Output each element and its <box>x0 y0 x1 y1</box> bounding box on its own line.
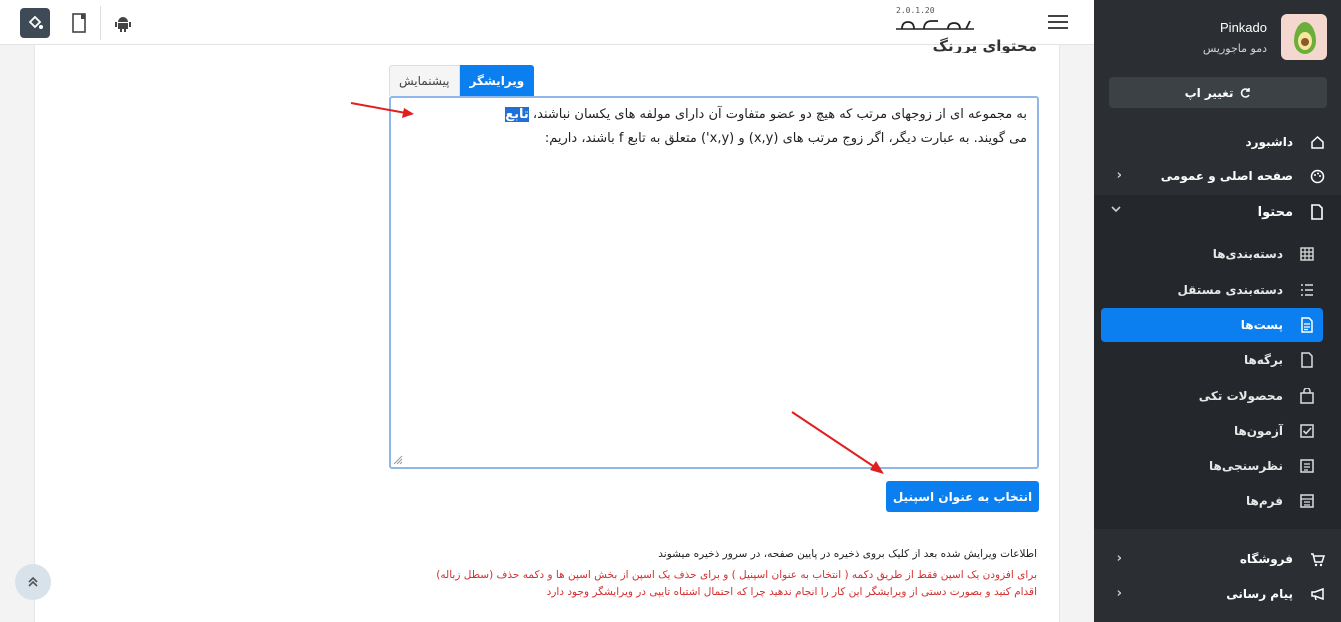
change-app-label: تغییر اپ <box>1184 85 1234 100</box>
double-chevron-up-icon <box>28 576 38 587</box>
bag-icon <box>1300 388 1314 404</box>
sidebar-item-label: برگه‌ها <box>1243 353 1283 367</box>
editor-tabs: پیشنمایش ویرایشگر <box>389 65 535 96</box>
sidebar-item-label: فرم‌ها <box>1246 494 1283 508</box>
app-brand: Pinkado دمو ماجوریس <box>1094 0 1341 72</box>
top-bar: 2.0.1.20 <box>0 0 1094 45</box>
form-icon <box>1300 494 1314 508</box>
checkbox-icon <box>1300 424 1314 438</box>
sidebar-item-label: صفحه اصلی و عمومی <box>1160 169 1293 183</box>
sidebar-item-label: پست‌ها <box>1240 318 1283 332</box>
sidebar-item-label: محتوا <box>1257 204 1293 220</box>
android-button[interactable] <box>108 8 138 38</box>
change-app-button[interactable]: تغییر اپ <box>1109 77 1327 108</box>
chevron-down-icon <box>1110 203 1122 219</box>
sidebar-item-categories[interactable]: دسته‌بندی‌ها <box>1101 237 1323 271</box>
sidebar-item-polls[interactable]: نظرسنجی‌ها <box>1101 449 1323 483</box>
sidebar-item-label: آزمون‌ها <box>1233 424 1283 438</box>
content-card: محتوای پررنگ پیشنمایش ویرایشگر به مجموعه… <box>34 37 1060 622</box>
sidebar-item-content[interactable]: محتوا <box>1094 195 1341 229</box>
chevron-left-icon: ‹ <box>1116 586 1122 601</box>
sidebar-item-label: دسته‌بندی مستقل <box>1177 283 1283 297</box>
sidebar-item-independent-categories[interactable]: دسته‌بندی مستقل <box>1101 273 1323 307</box>
sidebar-item-forms[interactable]: فرم‌ها <box>1101 484 1323 518</box>
section-title: محتوای پررنگ <box>932 37 1037 53</box>
sidebar-item-single-products[interactable]: محصولات تکی <box>1101 379 1323 413</box>
cart-icon <box>1309 551 1325 567</box>
content-editor[interactable]: به مجموعه ای از زوجهای مرتب که هیچ دو عض… <box>389 96 1039 469</box>
sidebar-item-label: محصولات تکی <box>1198 389 1283 403</box>
select-as-spinel-button[interactable]: انتخاب به عنوان اسپنیل <box>886 481 1039 512</box>
warning-note-2: اقدام کنید و بصورت دستی از ویرایشگر این … <box>546 586 1037 598</box>
sidebar-item-dashboard[interactable]: داشبورد <box>1094 125 1341 159</box>
list-icon <box>1301 284 1313 296</box>
app-subtitle: دمو ماجوریس <box>1202 42 1267 55</box>
menu-toggle-button[interactable] <box>1048 15 1068 29</box>
document-icon <box>1301 317 1313 333</box>
grid-icon <box>1300 247 1314 261</box>
sidebar-item-label: نظرسنجی‌ها <box>1209 459 1283 473</box>
app-name: Pinkado <box>1220 20 1267 35</box>
logo-wordmark <box>896 20 974 30</box>
megaphone-icon <box>1309 586 1325 602</box>
sidebar-item-home-general[interactable]: صفحه اصلی و عمومی ‹ <box>1094 159 1341 193</box>
sidebar-item-quizzes[interactable]: آزمون‌ها <box>1101 414 1323 448</box>
sidebar-item-label: داشبورد <box>1245 135 1293 149</box>
sidebar-item-messaging[interactable]: پیام رسانی ‹ <box>1094 577 1341 611</box>
app-logo: 2.0.1.20 <box>894 6 1034 36</box>
app-version: 2.0.1.20 <box>896 6 935 15</box>
editor-line-1: به مجموعه ای از زوجهای مرتب که هیچ دو عض… <box>401 103 1027 127</box>
tablet-icon <box>72 13 86 33</box>
file-icon <box>1309 204 1325 220</box>
home-icon <box>1309 134 1325 150</box>
sidebar-item-shop[interactable]: فروشگاه ‹ <box>1094 542 1341 576</box>
app-avatar <box>1281 14 1327 60</box>
android-icon <box>115 17 131 32</box>
scroll-top-button[interactable] <box>15 564 51 600</box>
tab-preview[interactable]: پیشنمایش <box>389 65 460 96</box>
chevron-left-icon: ‹ <box>1116 168 1122 183</box>
sidebar: Pinkado دمو ماجوریس تغییر اپ داشبورد صفح… <box>1094 0 1341 622</box>
sidebar-item-pages[interactable]: برگه‌ها <box>1101 343 1323 377</box>
sidebar-item-posts[interactable]: پست‌ها <box>1101 308 1323 342</box>
resize-handle-icon[interactable] <box>393 455 403 465</box>
palette-icon <box>1309 168 1325 184</box>
sidebar-item-label: پیام رسانی <box>1226 587 1293 601</box>
refresh-icon <box>1241 87 1251 98</box>
page-icon <box>1301 352 1313 368</box>
chevron-left-icon: ‹ <box>1116 551 1122 566</box>
save-note: اطلاعات ویرایش شده بعد از کلیک بروی ذخیر… <box>658 548 1037 560</box>
editor-line-2: می گویند. به عبارت دیگر، اگر زوج مرتب ها… <box>544 131 1027 146</box>
editor-text-1: به مجموعه ای از زوجهای مرتب که هیچ دو عض… <box>528 107 1027 122</box>
theme-bucket-button[interactable] <box>20 8 50 38</box>
selected-word: تابع <box>505 107 529 122</box>
paint-bucket-icon <box>28 15 43 29</box>
toolbar-divider <box>100 6 101 40</box>
warning-note-1: برای افزودن یک اسپن فقط از طریق دکمه ( ا… <box>436 569 1037 581</box>
sidebar-item-label: فروشگاه <box>1239 552 1293 566</box>
content-submenu: دسته‌بندی‌ها دسته‌بندی مستقل پست‌ها برگه… <box>1094 229 1341 529</box>
mobile-preview-button[interactable] <box>64 8 94 38</box>
sidebar-item-label: دسته‌بندی‌ها <box>1212 247 1283 261</box>
poll-icon <box>1300 459 1314 473</box>
tab-editor[interactable]: ویرایشگر <box>459 65 535 96</box>
